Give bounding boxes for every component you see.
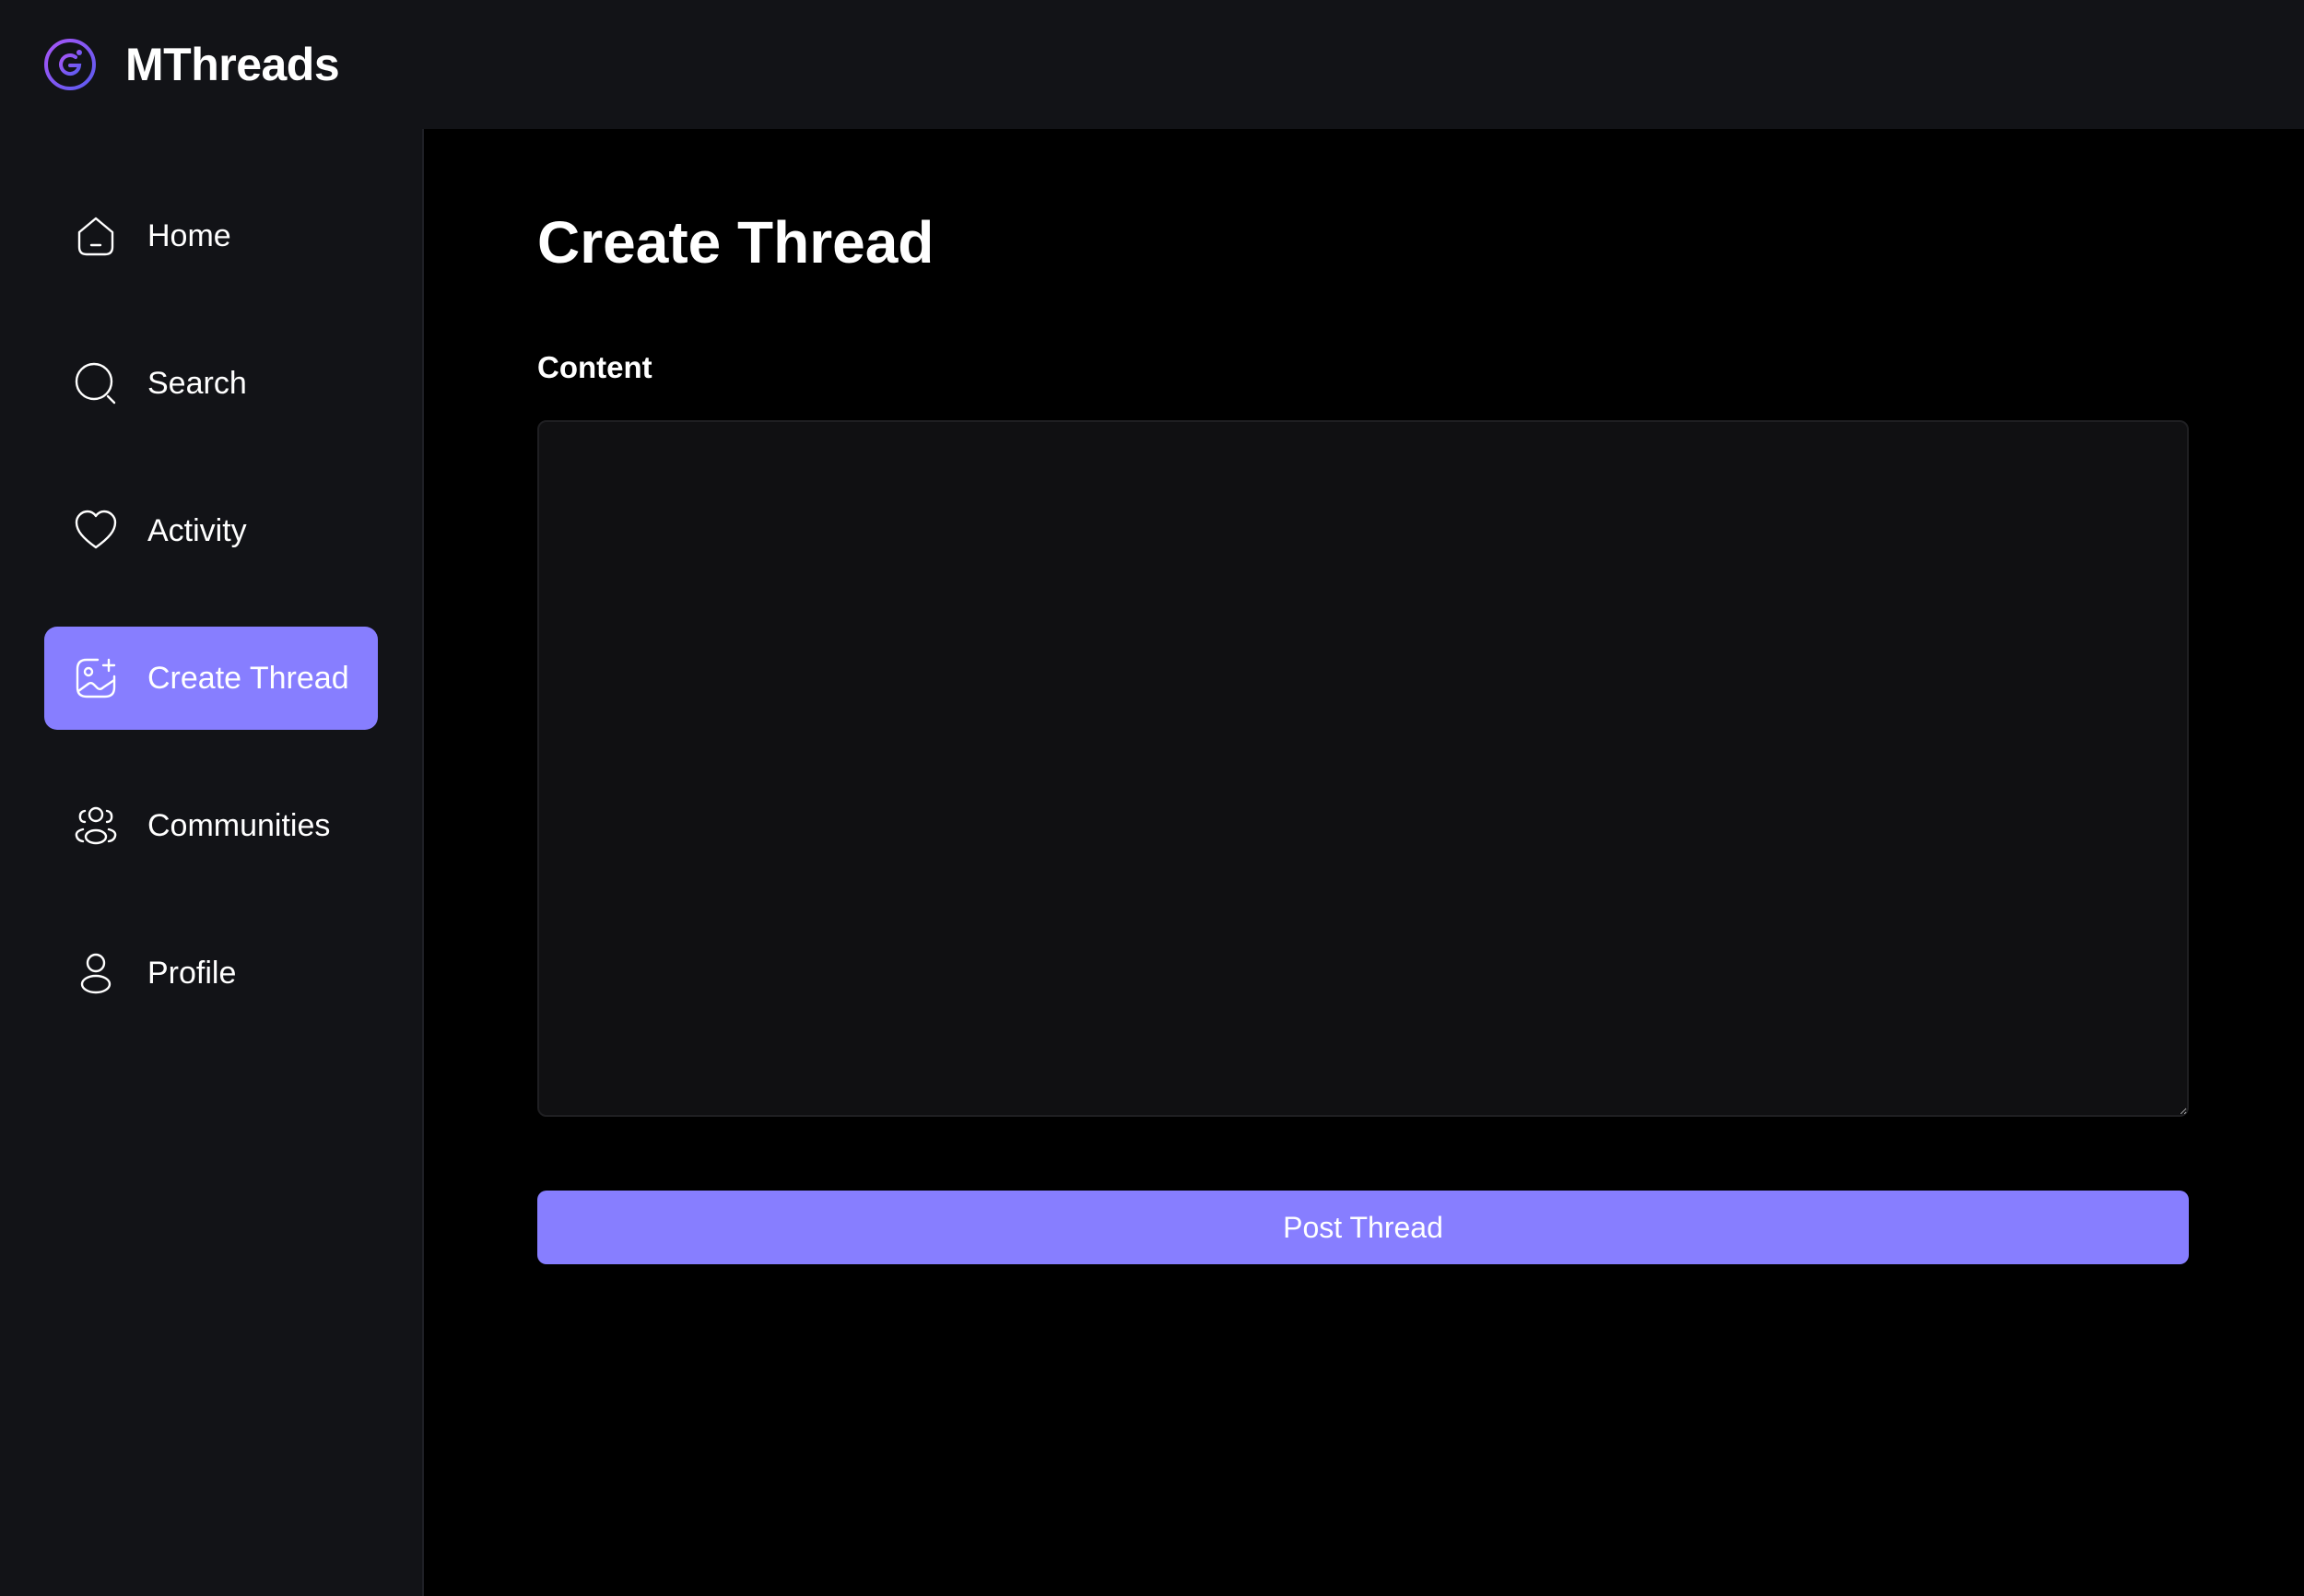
post-thread-button[interactable]: Post Thread xyxy=(537,1191,2189,1264)
sidebar-item-label: Search xyxy=(147,365,247,401)
sidebar-item-home[interactable]: Home xyxy=(44,184,378,288)
top-bar: MThreads xyxy=(0,0,2304,129)
user-icon xyxy=(74,951,118,995)
logo-icon[interactable] xyxy=(42,37,98,92)
sidebar-item-communities[interactable]: Communities xyxy=(44,774,378,877)
sidebar-item-label: Communities xyxy=(147,807,331,843)
sidebar-item-create-thread[interactable]: Create Thread xyxy=(44,627,378,730)
content-label: Content xyxy=(537,350,652,384)
left-sidebar: Home Search Activity Create Thread Commu… xyxy=(0,129,424,1596)
main-content: Create Thread Content Post Thread xyxy=(424,129,2304,1596)
page-title: Create Thread xyxy=(537,209,935,276)
home-icon xyxy=(74,214,118,258)
content-textarea[interactable] xyxy=(537,420,2189,1117)
search-icon xyxy=(74,361,118,405)
sidebar-item-label: Home xyxy=(147,217,231,253)
sidebar-item-label: Profile xyxy=(147,955,237,991)
sidebar-item-profile[interactable]: Profile xyxy=(44,921,378,1025)
sidebar-item-label: Activity xyxy=(147,512,247,548)
heart-icon xyxy=(74,509,118,553)
gallery-add-icon xyxy=(74,656,118,700)
sidebar-item-activity[interactable]: Activity xyxy=(44,479,378,582)
sidebar-item-search[interactable]: Search xyxy=(44,332,378,435)
sidebar-item-label: Create Thread xyxy=(147,660,349,696)
users-icon xyxy=(74,804,118,848)
brand-name[interactable]: MThreads xyxy=(125,38,340,91)
